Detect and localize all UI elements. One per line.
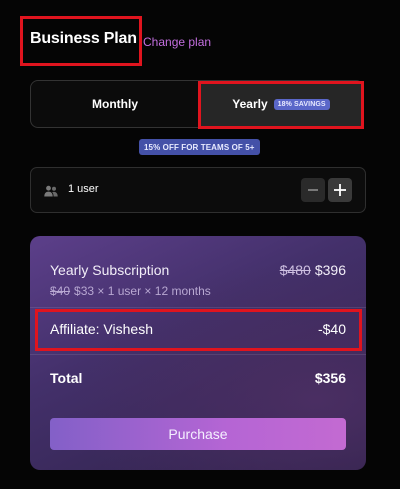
user-count-box: 1 user [30, 167, 366, 213]
total-label: Total [50, 370, 83, 386]
divider [30, 307, 366, 308]
plus-icon [334, 184, 346, 196]
user-count-label: 1 user [68, 183, 99, 195]
yearly-option[interactable]: Yearly 18% SAVINGS [199, 81, 363, 127]
yearly-label: Yearly [232, 97, 268, 111]
users-icon [44, 185, 58, 197]
affiliate-discount: -$40 [317, 321, 346, 337]
affiliate-label: Affiliate: Vishesh [50, 321, 153, 337]
monthly-option[interactable]: Monthly [31, 81, 199, 127]
billing-period-toggle: Monthly Yearly 18% SAVINGS [30, 80, 364, 128]
header: Business Plan [30, 30, 137, 54]
subscription-title: Yearly Subscription [50, 262, 170, 278]
savings-badge: 18% SAVINGS [273, 98, 330, 110]
decrease-users-button[interactable] [301, 178, 325, 202]
increase-users-button[interactable] [328, 178, 352, 202]
minus-icon [308, 189, 318, 191]
order-summary: Yearly Subscription $480 $396 $40 $33 × 1 … [30, 236, 366, 470]
total-value: $356 [314, 370, 346, 386]
monthly-label: Monthly [92, 97, 138, 111]
team-discount-badge: 15% OFF FOR TEAMS OF 5+ [139, 139, 260, 155]
divider [30, 354, 366, 355]
subscription-detail: $40 $33 × 1 user × 12 months [50, 284, 211, 298]
detail-price: $33 [74, 284, 95, 298]
change-plan-link[interactable]: Change plan [143, 35, 211, 49]
original-price: $480 [279, 262, 311, 278]
detail-multiplier: × 1 user × 12 months [97, 284, 211, 298]
purchase-label: Purchase [168, 426, 228, 442]
plan-title: Business Plan [30, 30, 137, 47]
detail-original-price: $40 [50, 284, 71, 298]
purchase-button[interactable]: Purchase [50, 418, 346, 450]
discounted-price: $396 [314, 262, 346, 278]
subscription-price: $480 $396 [280, 262, 346, 278]
